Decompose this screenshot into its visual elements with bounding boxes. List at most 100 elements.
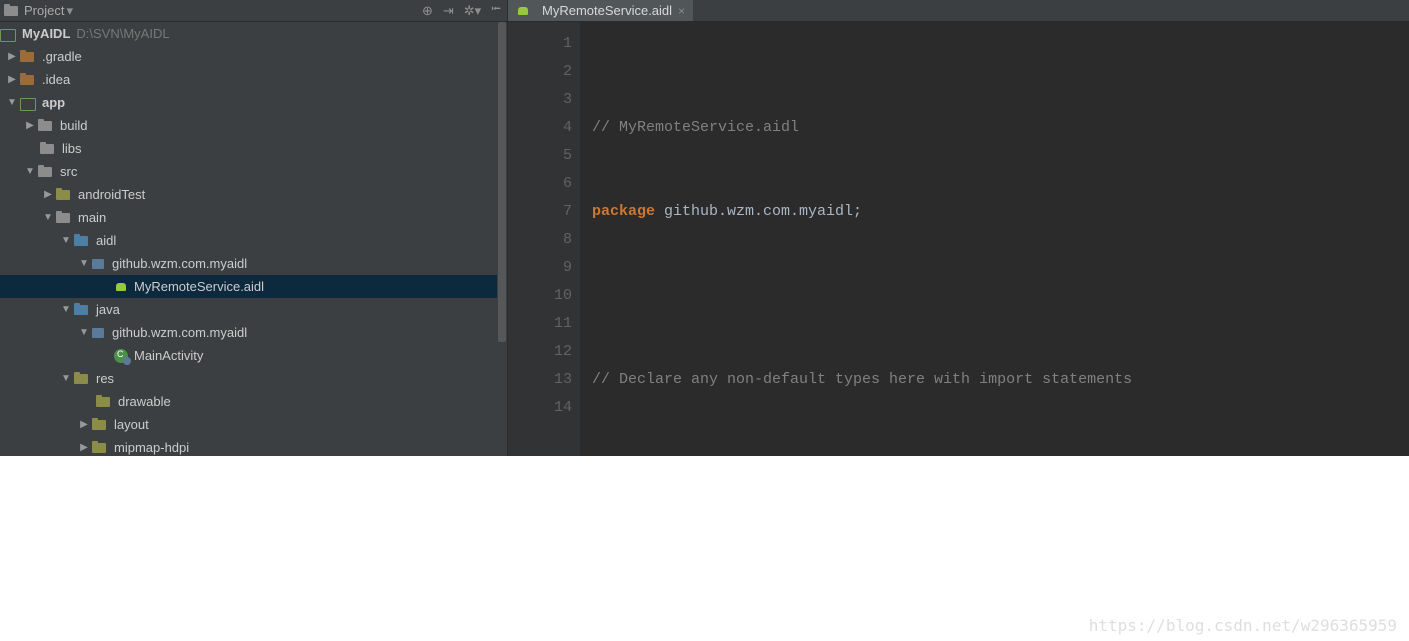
- tree-label: github.wzm.com.myaidl: [112, 256, 247, 271]
- tree-label: libs: [62, 141, 82, 156]
- tree-res[interactable]: ▼ res: [0, 367, 507, 390]
- tree-label: MainActivity: [134, 348, 203, 363]
- line-number: 11: [508, 310, 572, 338]
- close-tab-icon[interactable]: ×: [678, 4, 685, 18]
- tree-layout[interactable]: ▶ layout: [0, 413, 507, 436]
- tab-file[interactable]: MyRemoteService.aidl ×: [508, 0, 693, 21]
- tree-label: androidTest: [78, 187, 145, 202]
- tool-icons: ⊕ ⇥ ✲▾ ⭰: [422, 0, 501, 22]
- folder-icon: [74, 372, 90, 385]
- target-icon[interactable]: ⊕: [422, 3, 433, 19]
- chevron-down-icon[interactable]: ▼: [60, 373, 72, 384]
- chevron-right-icon[interactable]: ▶: [24, 120, 36, 131]
- tree-gradle[interactable]: ▶ .gradle: [0, 45, 507, 68]
- chevron-down-icon[interactable]: ▼: [24, 166, 36, 177]
- folder-icon: [40, 142, 56, 155]
- tree-label: build: [60, 118, 87, 133]
- folder-icon: [74, 303, 90, 316]
- code-line: // MyRemoteService.aidl: [592, 119, 799, 136]
- chevron-down-icon[interactable]: ▼: [42, 212, 54, 223]
- tree-pkg-java[interactable]: ▼ github.wzm.com.myaidl: [0, 321, 507, 344]
- tree-label: src: [60, 164, 77, 179]
- chevron-down-icon[interactable]: ▼: [78, 258, 90, 269]
- chevron-down-icon[interactable]: ▼: [60, 304, 72, 315]
- code-line: [592, 282, 1409, 310]
- folder-icon: [4, 4, 20, 17]
- editor-tabs: MyRemoteService.aidl ×: [508, 0, 1409, 21]
- chevron-right-icon[interactable]: ▶: [6, 51, 18, 62]
- folder-icon: [56, 211, 72, 224]
- tree-label: res: [96, 371, 114, 386]
- line-number: 1: [508, 30, 572, 58]
- tree-label: .idea: [42, 72, 70, 87]
- tree-java[interactable]: ▼ java: [0, 298, 507, 321]
- watermark: https://blog.csdn.net/w296365959: [1089, 616, 1397, 635]
- collapse-icon[interactable]: ⇥: [443, 3, 454, 19]
- tree-src[interactable]: ▼ src: [0, 160, 507, 183]
- line-number: 5: [508, 142, 572, 170]
- tree-label: mipmap-hdpi: [114, 440, 189, 455]
- chevron-down-icon[interactable]: ▼: [78, 327, 90, 338]
- code-line: // Declare any non-default types here wi…: [592, 371, 1132, 388]
- root-name: MyAIDL: [22, 26, 70, 41]
- tree-idea[interactable]: ▶ .idea: [0, 68, 507, 91]
- chevron-right-icon[interactable]: ▶: [78, 419, 90, 430]
- tree-androidtest[interactable]: ▶ androidTest: [0, 183, 507, 206]
- line-number: 12: [508, 338, 572, 366]
- tree-app[interactable]: ▼ app: [0, 91, 507, 114]
- android-icon: [114, 280, 128, 294]
- tree-label: main: [78, 210, 106, 225]
- tree-label: github.wzm.com.myaidl: [112, 325, 247, 340]
- chevron-right-icon[interactable]: ▶: [6, 74, 18, 85]
- chevron-down-icon[interactable]: ▼: [60, 235, 72, 246]
- line-number: 4: [508, 114, 572, 142]
- tree-label: .gradle: [42, 49, 82, 64]
- line-number: 9: [508, 254, 572, 282]
- folder-icon: [92, 441, 108, 454]
- line-number: 10: [508, 282, 572, 310]
- module-icon: [0, 27, 16, 41]
- tree-label: app: [42, 95, 65, 110]
- tree-label: aidl: [96, 233, 116, 248]
- tree-main[interactable]: ▼ main: [0, 206, 507, 229]
- tree-build[interactable]: ▶ build: [0, 114, 507, 137]
- folder-icon: [92, 418, 108, 431]
- folder-icon: [96, 395, 112, 408]
- chevron-down-icon[interactable]: ▼: [6, 97, 18, 108]
- project-dropdown[interactable]: Project ▾: [24, 3, 73, 19]
- gear-icon[interactable]: ✲▾: [464, 3, 481, 19]
- line-number: 3: [508, 86, 572, 114]
- folder-icon: [74, 234, 90, 247]
- scroll-thumb[interactable]: [498, 22, 506, 342]
- chevron-right-icon[interactable]: ▶: [78, 442, 90, 453]
- line-number: 8: [508, 226, 572, 254]
- line-number: 7: [508, 198, 572, 226]
- package-icon: [92, 326, 106, 340]
- project-tool-header: Project ▾ ⊕ ⇥ ✲▾ ⭰: [0, 0, 508, 21]
- code-keyword: package: [592, 203, 655, 220]
- hide-icon[interactable]: ⭰: [491, 0, 501, 22]
- project-dropdown-label: Project: [24, 3, 64, 18]
- tree-label: layout: [114, 417, 149, 432]
- tree-drawable[interactable]: drawable: [0, 390, 507, 413]
- android-icon: [516, 4, 530, 18]
- code-text: github.wzm.com.myaidl;: [655, 203, 862, 220]
- chevron-right-icon[interactable]: ▶: [42, 189, 54, 200]
- class-icon: [114, 349, 128, 363]
- line-number: 14: [508, 394, 572, 422]
- tree-root[interactable]: MyAIDL D:\SVN\MyAIDL: [0, 22, 507, 45]
- tab-file-label: MyRemoteService.aidl: [542, 3, 672, 18]
- tree-pkg-aidl[interactable]: ▼ github.wzm.com.myaidl: [0, 252, 507, 275]
- root-path: D:\SVN\MyAIDL: [76, 26, 169, 41]
- package-icon: [92, 257, 106, 271]
- folder-icon: [38, 165, 54, 178]
- line-number: 13: [508, 366, 572, 394]
- tree-label: drawable: [118, 394, 171, 409]
- folder-icon: [38, 119, 54, 132]
- tree-aidl-file[interactable]: MyRemoteService.aidl: [0, 275, 507, 298]
- toolbar: Project ▾ ⊕ ⇥ ✲▾ ⭰ MyRemoteService.aidl …: [0, 0, 1409, 22]
- module-icon: [20, 96, 36, 110]
- tree-main-activity[interactable]: MainActivity: [0, 344, 507, 367]
- tree-libs[interactable]: libs: [0, 137, 507, 160]
- tree-aidl[interactable]: ▼ aidl: [0, 229, 507, 252]
